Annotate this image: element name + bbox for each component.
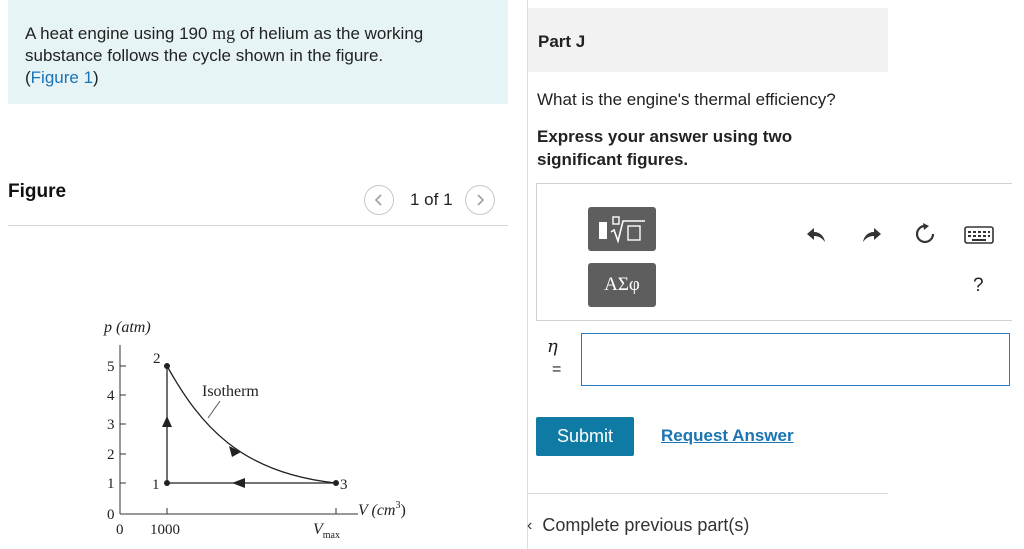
pv-diagram: p (atm) 0 1 2 3 4 5 0 1000 Vmax V (cm3) …: [103, 319, 406, 541]
redo-icon[interactable]: [860, 223, 884, 247]
chevron-left-icon: [374, 194, 382, 206]
figure-heading: Figure: [8, 181, 67, 202]
answer-input[interactable]: [581, 333, 1010, 386]
isotherm-label: Isotherm: [202, 383, 259, 400]
y-axis-label: p (atm): [103, 319, 151, 336]
point-label-3: 3: [340, 477, 348, 493]
point-1: [164, 480, 170, 486]
reset-icon[interactable]: [913, 222, 937, 246]
equals-sign: =: [552, 361, 562, 378]
submit-button[interactable]: Submit: [536, 417, 634, 456]
template-button[interactable]: [588, 207, 656, 251]
problem-statement: A heat engine using 190 mg of helium as …: [8, 0, 508, 104]
figure-divider: [8, 225, 508, 226]
fraction-radical-template-icon: [599, 216, 645, 244]
prev-parts-label: Complete previous part(s): [542, 515, 750, 535]
figure-link[interactable]: Figure 1: [31, 68, 93, 87]
point-label-1: 1: [152, 477, 160, 493]
arrow-left: [232, 478, 245, 488]
undo-icon[interactable]: [804, 223, 828, 247]
complete-previous-parts-link[interactable]: ‹ Complete previous part(s): [527, 515, 749, 536]
answer-variable: η: [547, 336, 558, 357]
question-text: What is the engine's thermal efficiency?: [537, 90, 836, 109]
arrow-up: [162, 416, 172, 427]
vmax-label: Vmax: [313, 521, 340, 541]
request-answer-link[interactable]: Request Answer: [661, 426, 794, 446]
figure-pager: 1 of 1: [364, 184, 495, 216]
keyboard-icon[interactable]: [964, 224, 994, 246]
y-tick-label: 1: [107, 476, 115, 492]
pager-text: 1 of 1: [410, 190, 453, 209]
y-tick-label: 3: [107, 417, 115, 433]
problem-text-a: A heat engine using 190: [25, 24, 213, 43]
part-title: Part J: [528, 8, 888, 72]
x-axis-label: V (cm3): [358, 500, 406, 519]
y-ticks: 0 1 2 3 4 5: [107, 359, 126, 523]
prev-figure-button[interactable]: [364, 185, 394, 215]
y-tick-label: 4: [107, 388, 115, 404]
next-figure-button[interactable]: [464, 185, 495, 215]
point-2: [164, 363, 170, 369]
chevron-left-icon: ‹: [527, 516, 533, 534]
y-tick-label: 0: [107, 507, 115, 523]
isotherm-leader: [207, 400, 221, 419]
x-tick-0: 0: [116, 522, 124, 538]
panel-divider: [527, 0, 528, 549]
greek-symbols-button[interactable]: ΑΣφ: [588, 263, 656, 307]
point-label-2: 2: [153, 351, 161, 367]
bottom-divider: [528, 493, 888, 494]
y-tick-label: 5: [107, 359, 115, 375]
chevron-right-icon: [476, 194, 484, 206]
x-tick-1000: 1000: [150, 522, 180, 538]
close-paren: ): [93, 68, 99, 87]
mass-unit: mg: [212, 23, 236, 43]
help-button[interactable]: ?: [973, 275, 984, 297]
point-3: [333, 480, 339, 486]
y-tick-label: 2: [107, 447, 115, 463]
instruction-text: Express your answer using two significan…: [537, 127, 793, 169]
